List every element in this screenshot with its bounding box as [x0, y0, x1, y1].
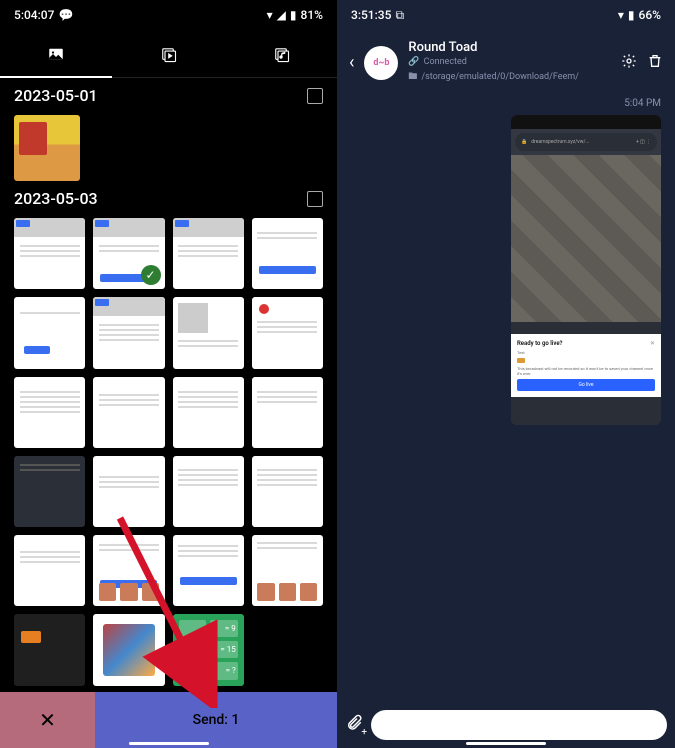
section-header[interactable]: 2023-05-03 — [14, 189, 323, 208]
status-bar: 5:04:07💬 ▾ ◢ ▮ 81% — [0, 0, 337, 30]
avatar[interactable]: d~b — [364, 46, 398, 80]
message-time: 5:04 PM — [351, 98, 661, 109]
image-thumb[interactable] — [93, 297, 164, 368]
image-thumb[interactable] — [173, 218, 244, 289]
image-thumb[interactable] — [14, 614, 85, 685]
image-thumb[interactable] — [93, 377, 164, 448]
image-thumb[interactable] — [252, 377, 323, 448]
image-thumb[interactable] — [252, 456, 323, 527]
check-icon: ✓ — [141, 265, 161, 285]
battery-icon: ▮ — [290, 8, 297, 22]
image-thumb[interactable] — [173, 297, 244, 368]
wifi-icon: ▾ — [618, 8, 624, 22]
image-thumb[interactable] — [252, 297, 323, 368]
image-thumb[interactable] — [14, 115, 80, 181]
image-thumb[interactable]: = 9 = 15 = ? — [173, 614, 244, 685]
gesture-bar — [466, 742, 546, 745]
image-thumb[interactable] — [14, 535, 85, 606]
image-thumb[interactable]: ✓ — [93, 218, 164, 289]
folder-icon: 🖿 — [408, 69, 417, 85]
image-thumb[interactable] — [252, 218, 323, 289]
cancel-button[interactable]: ✕ — [0, 692, 95, 748]
section-header[interactable]: 2023-05-01 — [14, 86, 323, 105]
image-thumb[interactable] — [173, 535, 244, 606]
section-date: 2023-05-01 — [14, 86, 98, 105]
image-thumb[interactable] — [173, 377, 244, 448]
chat-header: ‹ d~b Round Toad 🔗Connected 🖿/storage/em… — [337, 30, 675, 95]
battery-icon: ▮ — [628, 8, 635, 22]
settings-icon[interactable] — [621, 53, 637, 73]
app-icon: ⧉ — [395, 8, 404, 23]
delete-icon[interactable] — [647, 53, 663, 73]
select-all-checkbox[interactable] — [307, 88, 323, 104]
section-date: 2023-05-03 — [14, 189, 98, 208]
attach-button[interactable] — [345, 714, 363, 736]
image-thumb[interactable] — [173, 456, 244, 527]
tab-videos[interactable] — [112, 30, 224, 77]
media-tabs — [0, 30, 337, 78]
image-thumb[interactable] — [14, 377, 85, 448]
image-thumb[interactable] — [93, 535, 164, 606]
gesture-bar — [129, 742, 209, 745]
image-thumb[interactable] — [252, 535, 323, 606]
link-icon: 🔗 — [408, 57, 419, 67]
send-button[interactable]: Send: 1 — [95, 692, 337, 748]
status-bar: 3:51:35⧉ ▾ ▮ 66% — [337, 0, 675, 30]
tab-images[interactable] — [0, 30, 112, 77]
tab-audio[interactable] — [225, 30, 337, 77]
wifi-icon: ▾ — [267, 8, 273, 22]
peer-name: Round Toad — [408, 40, 611, 55]
image-thumb[interactable] — [93, 456, 164, 527]
image-thumb[interactable] — [14, 218, 85, 289]
message-input[interactable] — [371, 710, 667, 740]
message-image[interactable]: 🔒dreamspectrum.xyz/vw/...+ ◫ ⋮ Ready to … — [511, 115, 661, 425]
image-thumb[interactable] — [14, 297, 85, 368]
image-thumb[interactable] — [14, 456, 85, 527]
back-button[interactable]: ‹ — [349, 52, 354, 73]
image-thumb[interactable] — [93, 614, 164, 685]
signal-icon: ◢ — [277, 8, 286, 22]
chat-icon: 💬 — [58, 8, 73, 22]
select-all-checkbox[interactable] — [307, 191, 323, 207]
